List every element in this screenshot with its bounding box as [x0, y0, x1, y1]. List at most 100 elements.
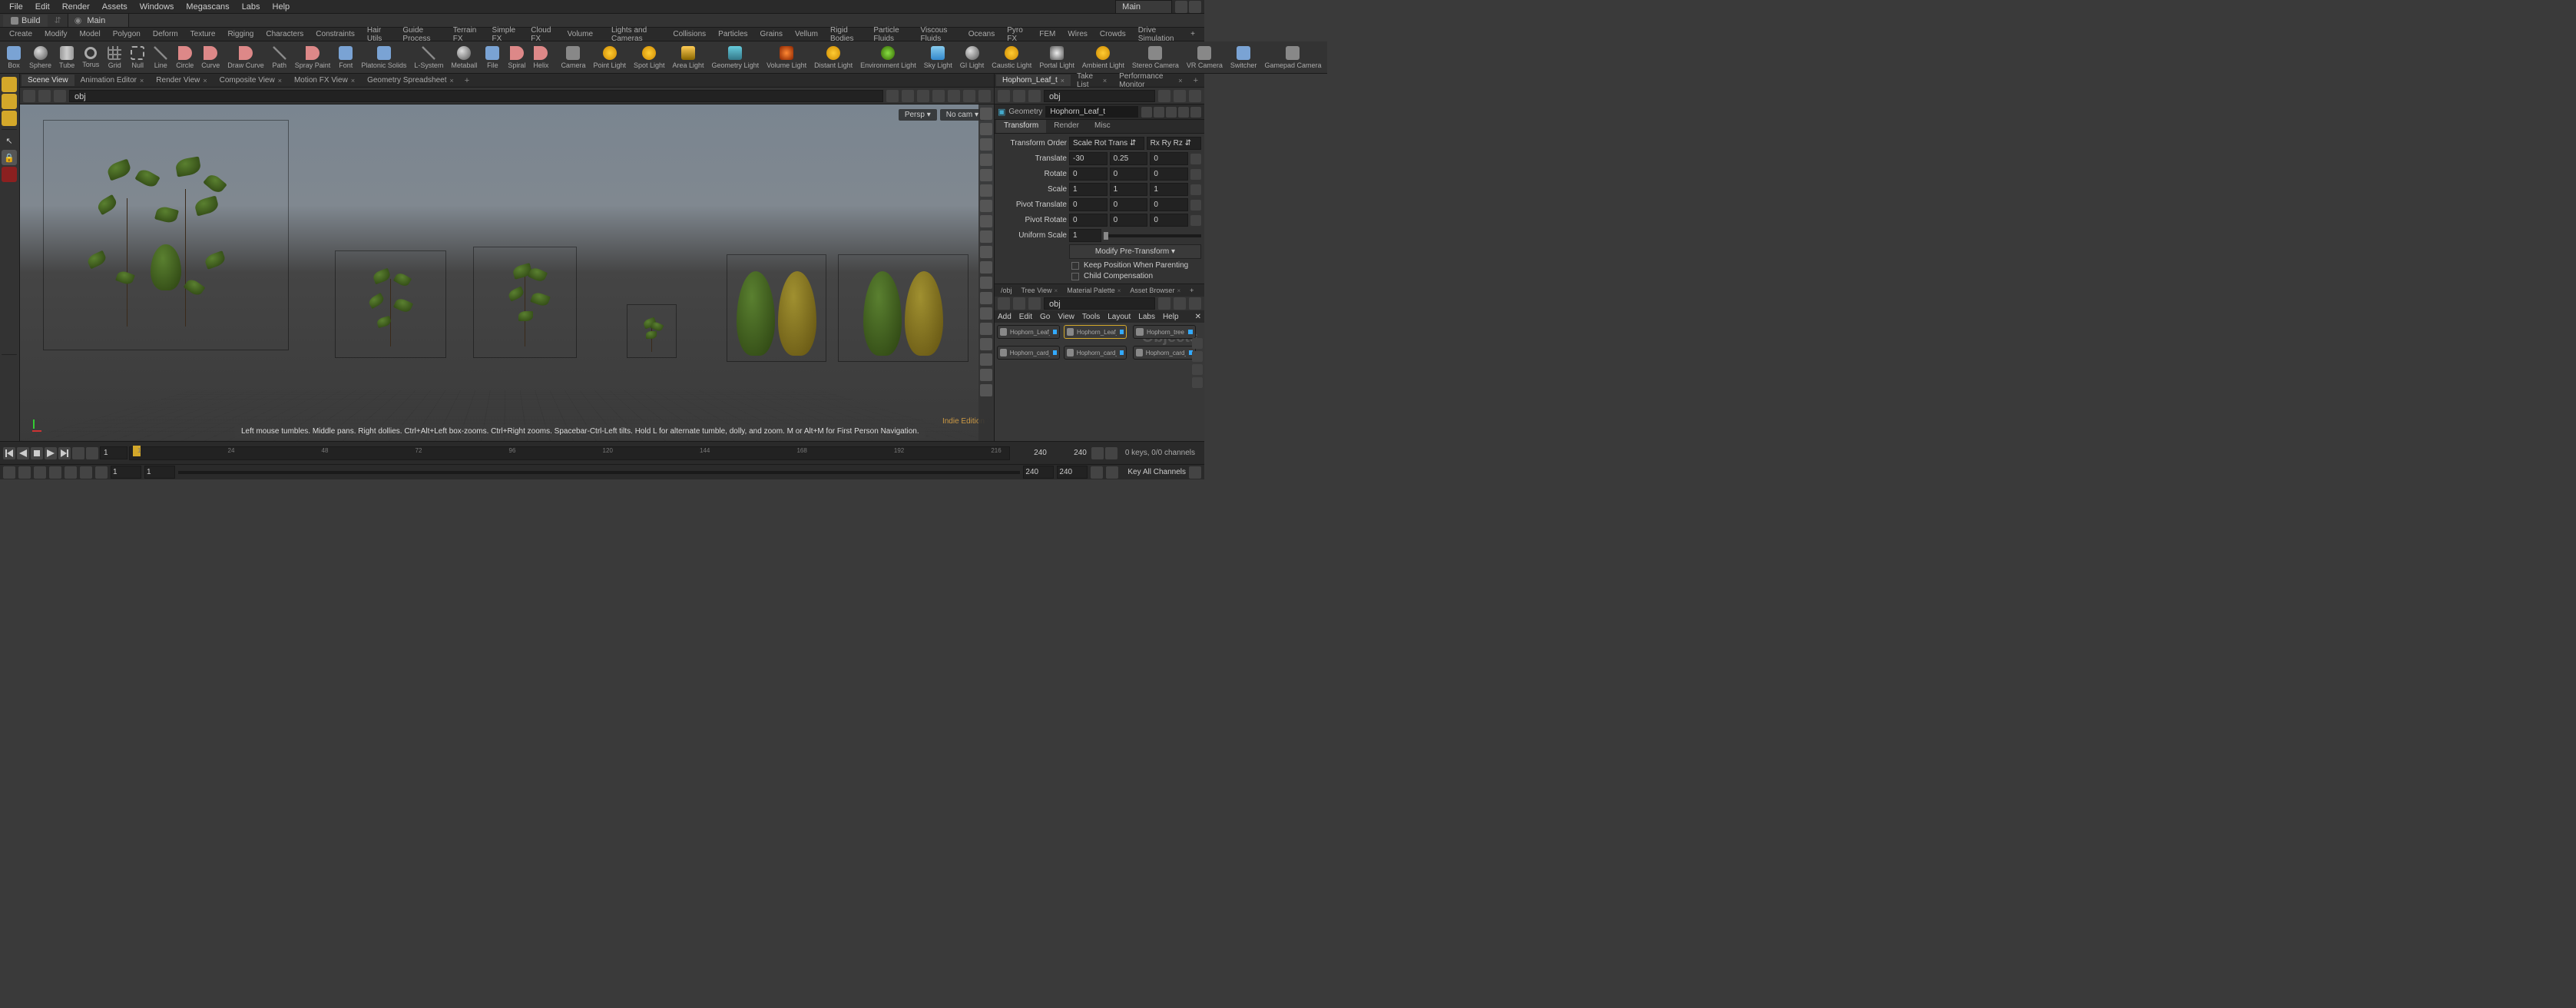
- shelf-tab-deform[interactable]: Deform: [147, 28, 184, 40]
- net-pin-icon[interactable]: [1158, 297, 1170, 310]
- bb-audio-icon[interactable]: [1106, 466, 1118, 479]
- node-hophorn-card-3[interactable]: Hophorn_card_3: [1133, 346, 1196, 360]
- param-fwd-icon[interactable]: [1013, 90, 1025, 102]
- range-end-input[interactable]: [1023, 466, 1054, 479]
- desktop-add-icon[interactable]: [1189, 1, 1201, 13]
- pivot-t-y[interactable]: [1110, 198, 1148, 211]
- cloud-tool-icon[interactable]: [2, 358, 17, 373]
- translate-z[interactable]: [1150, 152, 1188, 165]
- shade-icon[interactable]: [963, 90, 975, 102]
- pivot-t-x[interactable]: [1069, 198, 1108, 211]
- rotate-y[interactable]: [1110, 167, 1148, 181]
- disp-opt7-icon[interactable]: [980, 215, 992, 227]
- shelf-tab-texture[interactable]: Texture: [184, 28, 222, 40]
- wire-icon[interactable]: [948, 90, 960, 102]
- bb-realtime-icon[interactable]: [1091, 466, 1103, 479]
- node-hophorn-card-2[interactable]: Hophorn_card_2: [1064, 346, 1127, 360]
- tool-circle[interactable]: Circle: [173, 45, 197, 71]
- key-all-label[interactable]: Key All Channels: [1127, 468, 1186, 476]
- tool-curve[interactable]: Curve: [198, 45, 223, 71]
- disp-opt10-icon[interactable]: [980, 261, 992, 274]
- viewport-path-input[interactable]: obj: [69, 90, 883, 102]
- menu-file[interactable]: File: [3, 1, 29, 13]
- close-icon[interactable]: ×: [351, 77, 355, 85]
- right-tab-add[interactable]: +: [1189, 75, 1203, 87]
- tool-gi-light[interactable]: GI Light: [957, 45, 988, 71]
- close-icon[interactable]: ×: [449, 77, 453, 85]
- tool-gamepad-camera[interactable]: Gamepad Camera: [1261, 45, 1324, 71]
- tool-environment-light[interactable]: Environment Light: [857, 45, 919, 71]
- menu-icon[interactable]: [978, 90, 991, 102]
- plant-card-small[interactable]: [627, 304, 677, 358]
- cursor-tool-icon[interactable]: ↖: [2, 133, 17, 148]
- net-menu-help[interactable]: Help: [1163, 313, 1179, 321]
- bb-btn1-icon[interactable]: [3, 466, 15, 479]
- tool-metaball[interactable]: Metaball: [448, 45, 480, 71]
- param-home-icon[interactable]: [1028, 90, 1041, 102]
- mirror-tool-icon[interactable]: [2, 319, 17, 334]
- tool-torus[interactable]: Torus: [79, 45, 102, 70]
- bb-btn2-icon[interactable]: [18, 466, 31, 479]
- tab-misc[interactable]: Misc: [1087, 120, 1118, 133]
- bb-key-icon[interactable]: [1189, 466, 1201, 479]
- tool-vr-camera[interactable]: VR Camera: [1184, 45, 1226, 71]
- uscale-input[interactable]: [1069, 229, 1101, 242]
- disp-opt18-icon[interactable]: [980, 384, 992, 396]
- info-icon[interactable]: [1166, 107, 1177, 118]
- tool-file[interactable]: File: [482, 45, 503, 71]
- net-tab-asset-browser[interactable]: Asset Browser×: [1125, 286, 1185, 295]
- pane-tab-scene-view[interactable]: Scene View: [22, 75, 74, 86]
- net-tab-tree-view[interactable]: Tree View×: [1017, 286, 1063, 295]
- menu-windows[interactable]: Windows: [134, 1, 180, 13]
- tool-path[interactable]: Path: [269, 45, 290, 71]
- play-reverse-button[interactable]: [17, 447, 29, 459]
- tool-ambient-light[interactable]: Ambient Light: [1079, 45, 1127, 71]
- menu-edit[interactable]: Edit: [29, 1, 56, 13]
- disp-opt3-icon[interactable]: [980, 154, 992, 166]
- network-canvas[interactable]: Objects Hophorn_Leaf_tHophorn_Leaf_tHoph…: [995, 323, 1204, 441]
- lock-view-icon[interactable]: [980, 138, 992, 151]
- shelf-tab-grains[interactable]: Grains: [754, 28, 789, 40]
- scale-menu-icon[interactable]: [1190, 184, 1201, 195]
- param-back-icon[interactable]: [998, 90, 1010, 102]
- close-icon[interactable]: ×: [1178, 77, 1182, 85]
- disp-opt16-icon[interactable]: [980, 353, 992, 366]
- net-fwd-icon[interactable]: [1013, 297, 1025, 310]
- close-icon[interactable]: ×: [203, 77, 207, 85]
- display-flag-icon[interactable]: [1188, 330, 1193, 334]
- bb-btn4-icon[interactable]: [49, 466, 61, 479]
- rotate-tool-icon[interactable]: [2, 94, 17, 109]
- tool-helix[interactable]: Helix: [530, 45, 551, 71]
- tool-line[interactable]: Line: [150, 45, 171, 71]
- xform-order-combo-a[interactable]: Scale Rot Trans ⇵: [1069, 137, 1144, 150]
- shelf-tab-constraints[interactable]: Constraints: [310, 28, 361, 40]
- record-tool-icon[interactable]: [2, 167, 17, 182]
- plant-card-leaves2[interactable]: [838, 254, 968, 362]
- tool-grid[interactable]: Grid: [104, 45, 125, 71]
- close-icon[interactable]: ×: [1061, 77, 1065, 85]
- scale-y[interactable]: [1110, 183, 1148, 196]
- close-icon[interactable]: ×: [1103, 77, 1107, 85]
- shelf-tab-characters[interactable]: Characters: [260, 28, 310, 40]
- disp-opt9-icon[interactable]: [980, 246, 992, 258]
- circle-icon[interactable]: [917, 90, 929, 102]
- pane-tab-motion-fx-view[interactable]: Motion FX View×: [288, 75, 361, 86]
- help-icon[interactable]: [1178, 107, 1189, 118]
- close-icon[interactable]: [1190, 107, 1201, 118]
- disp-opt17-icon[interactable]: [980, 369, 992, 381]
- rotate-menu-icon[interactable]: [1190, 169, 1201, 180]
- cup-tool-icon[interactable]: [2, 375, 17, 390]
- lasso-tool-icon[interactable]: [2, 251, 17, 267]
- translate-menu-icon[interactable]: [1190, 154, 1201, 164]
- build-dropdown-icon[interactable]: ⇵: [54, 15, 61, 25]
- shelf-tab-particles[interactable]: Particles: [712, 28, 753, 40]
- menu-help[interactable]: Help: [267, 1, 296, 13]
- net-tab-material-palette[interactable]: Material Palette×: [1062, 286, 1125, 295]
- menu-assets[interactable]: Assets: [96, 1, 134, 13]
- display-flag-icon[interactable]: [1120, 330, 1124, 334]
- scale-x[interactable]: [1069, 183, 1108, 196]
- shelf-tab-modify[interactable]: Modify: [38, 28, 73, 40]
- net-menu-layout[interactable]: Layout: [1108, 313, 1131, 321]
- auto-key-icon[interactable]: [1105, 447, 1117, 459]
- net-tool3-icon[interactable]: [1192, 364, 1203, 375]
